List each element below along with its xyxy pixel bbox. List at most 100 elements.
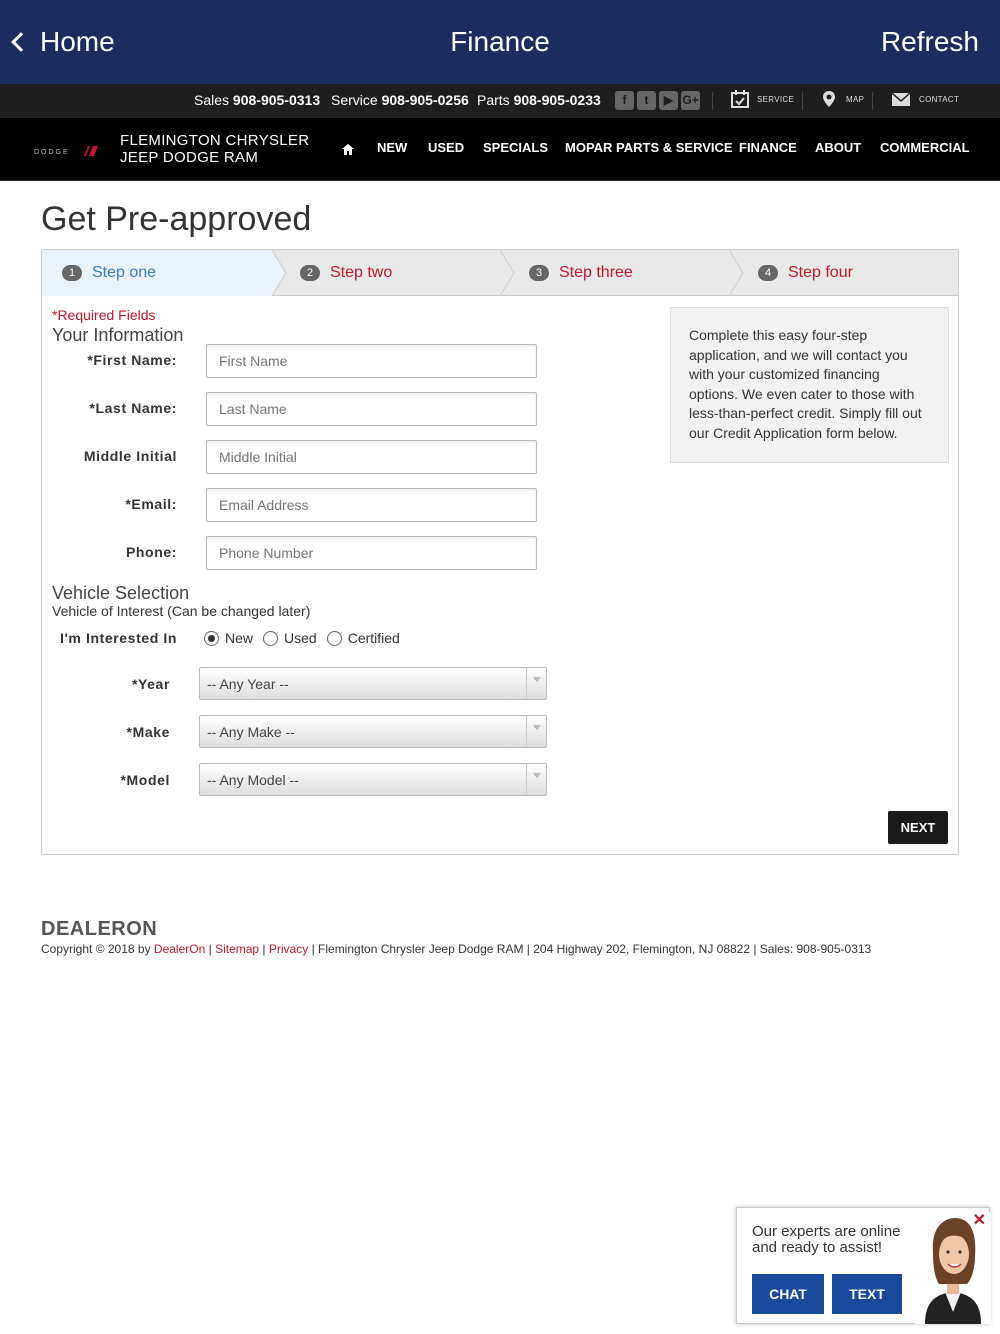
nav-item-about[interactable]: ABOUT (815, 140, 861, 155)
chevron-down-icon (526, 716, 546, 747)
privacy-link[interactable]: Privacy (269, 942, 308, 956)
refresh-button[interactable]: Refresh (881, 26, 979, 58)
radio-label: Certified (347, 630, 400, 646)
step-number: 1 (62, 265, 82, 281)
step-four[interactable]: 4 Step four (758, 250, 853, 296)
step-label: Step three (559, 264, 633, 281)
step-bar: 1 Step one 2 Step two 3 Step three 4 Ste… (42, 250, 958, 296)
last-name-input[interactable] (206, 392, 537, 426)
nav-item-finance[interactable]: FINANCE (739, 140, 797, 155)
nav-item-specials[interactable]: SPECIALS (483, 140, 548, 155)
map-link-label: MAP (846, 94, 865, 104)
radio-label: New (225, 630, 254, 646)
first-name-input[interactable] (206, 344, 537, 378)
home-icon[interactable] (342, 142, 354, 160)
divider (872, 92, 873, 110)
next-button[interactable]: NEXT (888, 811, 948, 844)
contact-link[interactable]: CONTACT (891, 90, 959, 108)
middle-initial-label: Middle Initial (83, 448, 177, 464)
copyright-text: Copyright © 2018 by (41, 942, 154, 956)
nav-item-used[interactable]: USED (428, 140, 464, 155)
model-select-value: -- Any Model -- (207, 772, 299, 788)
nav-item-commercial[interactable]: COMMERCIAL (880, 140, 970, 155)
step-two[interactable]: 2 Step two (300, 250, 392, 296)
email-label: *Email: (125, 496, 177, 512)
step-label: Step four (788, 264, 853, 281)
dodge-logo-graphic: DODGE (34, 146, 98, 156)
middle-initial-input[interactable] (206, 440, 537, 474)
social-links: f t ▶ G+ (615, 91, 700, 110)
calendar-icon (731, 90, 749, 108)
radio-certified[interactable]: Certified (326, 630, 400, 646)
radio-button[interactable] (204, 630, 219, 646)
make-select[interactable]: -- Any Make -- (199, 715, 547, 748)
map-pin-icon (823, 91, 835, 107)
step-number: 2 (300, 265, 320, 281)
contact-strip: Sales 908-905-0313 Service 908-905-0256 … (0, 84, 1000, 118)
radio-button[interactable] (326, 630, 342, 646)
dealer-name-line1: FLEMINGTON CHRYSLER (120, 132, 310, 149)
step-three[interactable]: 3 Step three (529, 250, 633, 296)
chat-button[interactable]: CHAT (752, 1274, 824, 1314)
your-information-heading: Your Information (52, 325, 184, 345)
radio-button[interactable] (263, 630, 279, 646)
step-number: 3 (529, 265, 549, 281)
map-link[interactable]: MAP (820, 90, 864, 108)
step-label: Step two (330, 264, 393, 281)
sales-number: 908-905-0313 (232, 92, 321, 108)
house-icon (342, 144, 354, 155)
twitter-icon[interactable]: t (637, 91, 656, 110)
year-select[interactable]: -- Any Year -- (199, 667, 547, 700)
parts-number: 908-905-0233 (513, 92, 601, 108)
dealer-name-line2: JEEP DODGE RAM (120, 149, 259, 166)
vehicle-interest-note: Vehicle of Interest (Can be changed late… (52, 603, 311, 619)
divider (712, 92, 713, 110)
parts-label: Parts (477, 92, 510, 108)
youtube-icon[interactable]: ▶ (659, 91, 678, 110)
required-fields-note: *Required Fields (52, 307, 156, 323)
text-button[interactable]: TEXT (832, 1274, 902, 1314)
radio-new[interactable]: New (204, 630, 253, 646)
dealeron-link[interactable]: DealerOn (154, 942, 205, 956)
model-select[interactable]: -- Any Model -- (199, 763, 547, 796)
dealer-address: | Flemington Chrysler Jeep Dodge RAM | 2… (308, 942, 872, 956)
close-icon[interactable]: ✕ (973, 1210, 986, 1230)
phone-input[interactable] (206, 536, 537, 570)
parts-phone[interactable]: Parts 908-905-0233 (477, 92, 601, 108)
nav-item-new[interactable]: NEW (377, 140, 407, 155)
dealeron-logo: DEALERON (41, 918, 158, 940)
last-name-label: *Last Name: (89, 400, 177, 416)
chat-message: Our experts are online and ready to assi… (752, 1223, 901, 1256)
service-link-label: SERVICE (757, 94, 795, 104)
svg-text:DODGE: DODGE (34, 149, 70, 156)
divider (802, 92, 803, 110)
radio-label: Used (284, 630, 317, 646)
nav-item-mopar[interactable]: MOPAR PARTS & SERVICE (565, 140, 733, 155)
sitemap-link[interactable]: Sitemap (215, 942, 259, 956)
step-one[interactable]: 1 Step one (62, 250, 157, 296)
phone-label: Phone: (125, 544, 177, 560)
email-input[interactable] (206, 488, 537, 522)
sales-phone[interactable]: Sales 908-905-0313 (194, 92, 320, 108)
make-label: *Make (126, 724, 170, 740)
vehicle-selection-heading: Vehicle Selection (52, 583, 190, 603)
dodge-logo[interactable]: DODGE (34, 144, 98, 162)
service-label: Service (331, 92, 378, 108)
facebook-icon[interactable]: f (615, 91, 634, 110)
first-name-label: *First Name: (87, 352, 177, 368)
chat-widget: Our experts are online and ready to assi… (736, 1207, 991, 1324)
main-nav: DODGE FLEMINGTON CHRYSLER JEEP DODGE RAM… (0, 118, 1000, 181)
copyright-line: Copyright © 2018 by DealerOn | Sitemap |… (41, 942, 872, 956)
model-label: *Model (120, 772, 170, 788)
google-plus-icon[interactable]: G+ (681, 91, 700, 110)
radio-used[interactable]: Used (263, 630, 317, 646)
make-select-value: -- Any Make -- (207, 724, 295, 740)
step-label: Step one (92, 264, 157, 281)
service-phone[interactable]: Service 908-905-0256 (331, 92, 469, 108)
service-link[interactable]: SERVICE (731, 90, 794, 108)
app-title: Finance (450, 26, 550, 57)
step-number: 4 (758, 265, 778, 281)
dealer-name[interactable]: FLEMINGTON CHRYSLER JEEP DODGE RAM (120, 132, 309, 166)
service-number: 908-905-0256 (381, 92, 469, 108)
page-title: Get Pre-approved (41, 200, 312, 238)
